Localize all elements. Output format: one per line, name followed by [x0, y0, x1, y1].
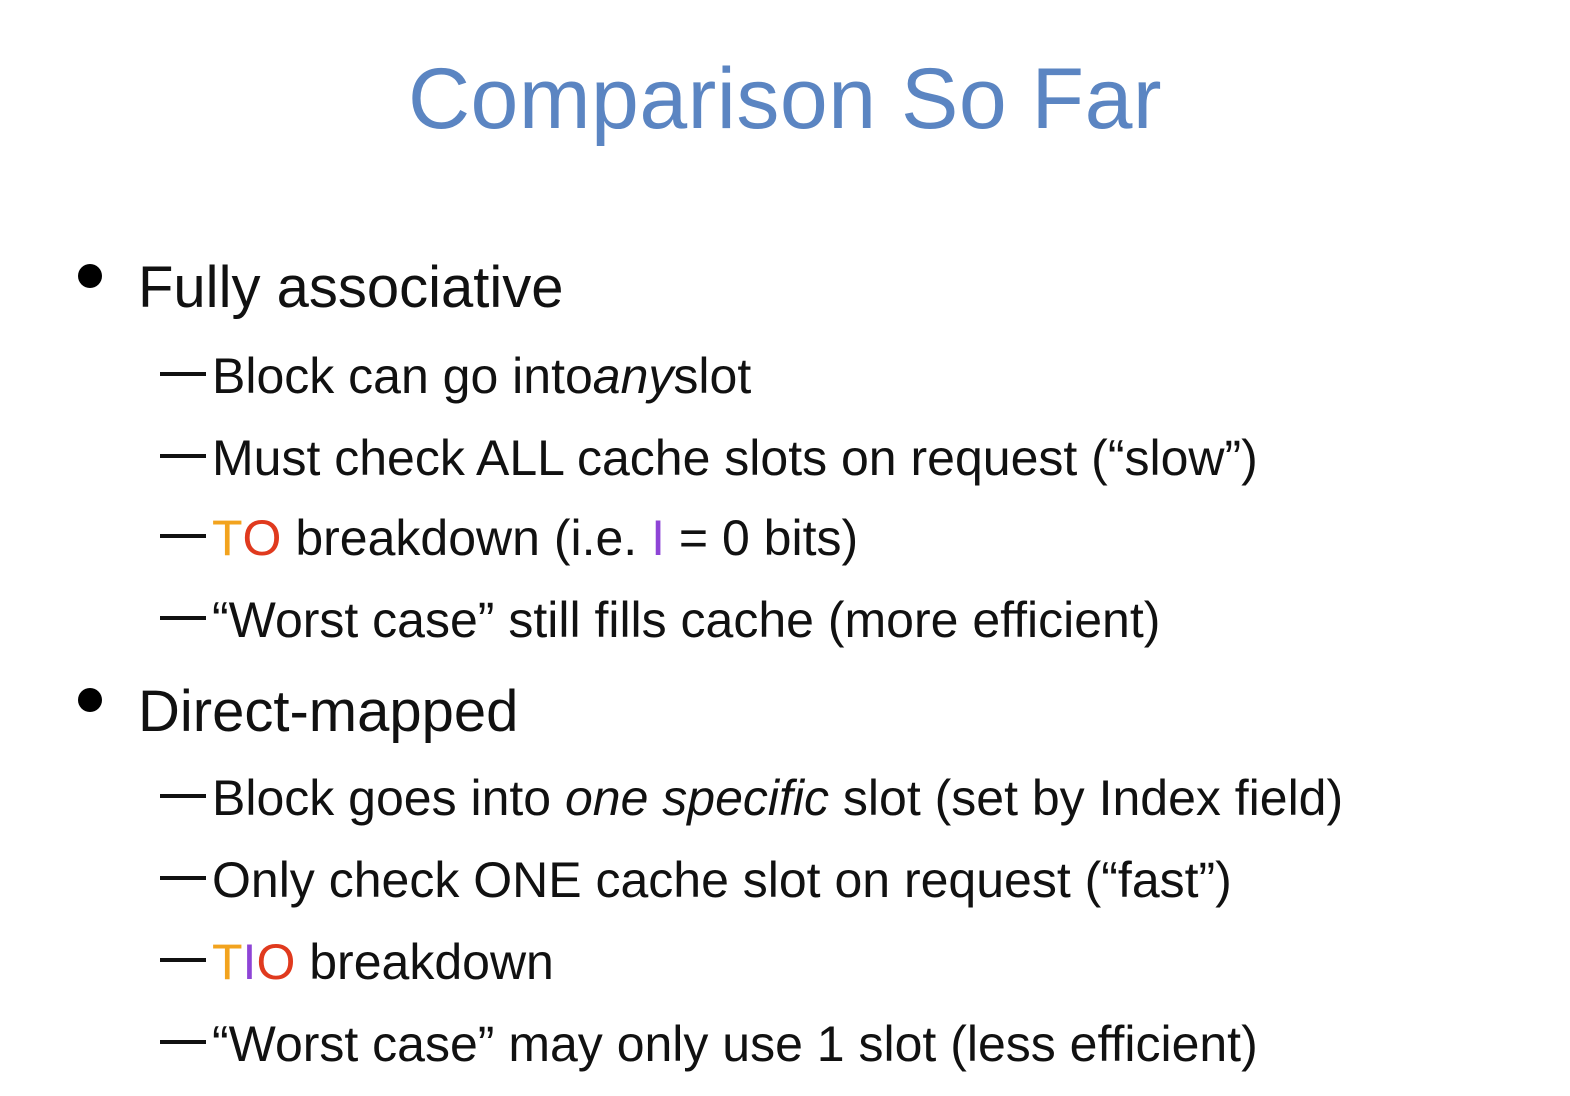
bullet-dot-icon [78, 688, 102, 712]
sub-item-text-after: slot [673, 348, 752, 404]
sub-item-text-before: Block can go into [212, 348, 593, 404]
sub-item-text: “Worst case” still fills cache (more eff… [212, 592, 1161, 648]
sub-item-text-after: slot (set by Index field) [829, 770, 1344, 826]
sub-item: Block can go into any slot [160, 346, 751, 406]
dash-icon [160, 1040, 206, 1044]
sub-item-emphasis: any [592, 348, 674, 404]
dash-icon [160, 454, 206, 458]
sub-item: “Worst case” still fills cache (more eff… [160, 590, 1160, 650]
dash-icon [160, 794, 206, 798]
bullet-heading: Fully associative [138, 255, 564, 320]
sub-item: Must check ALL cache slots on request (“… [160, 428, 1258, 488]
dash-icon [160, 534, 206, 538]
bullet-heading: Direct-mapped [138, 679, 519, 744]
sub-item-text: Must check ALL cache slots on request (“… [212, 430, 1258, 486]
sub-item: “Worst case” may only use 1 slot (less e… [160, 1014, 1258, 1074]
sub-item-text-after: breakdown [295, 934, 554, 990]
tag-o: O [256, 934, 296, 990]
sub-item-text: Only check ONE cache slot on request (“f… [212, 852, 1232, 908]
dash-icon [160, 616, 206, 620]
sub-item: TIO breakdown [160, 932, 554, 992]
dash-icon [160, 958, 206, 962]
sub-item-text-before: Block goes into [212, 770, 565, 826]
sub-item-text: “Worst case” may only use 1 slot (less e… [212, 1016, 1258, 1072]
tag-t: T [212, 934, 243, 990]
sub-item: Block goes into one specific slot (set b… [160, 768, 1343, 828]
tag-i: I [651, 510, 665, 566]
sub-item-text-after2: = 0 bits) [665, 510, 859, 566]
sub-item-emphasis: one specific [564, 770, 830, 826]
sub-item: TO breakdown (i.e. I = 0 bits) [160, 508, 858, 568]
slide-title: Comparison So Far [407, 51, 1163, 147]
dash-icon [160, 372, 206, 376]
tag-i: I [242, 934, 257, 990]
bullet-direct-mapped: Direct-mapped [78, 680, 518, 744]
bullet-fully-associative: Fully associative [78, 256, 563, 320]
tag-t: T [212, 510, 243, 566]
sub-item: Only check ONE cache slot on request (“f… [160, 850, 1232, 910]
sub-item-text-after: breakdown (i.e. [281, 510, 652, 566]
slide: Comparison So Far Fully associative Bloc… [0, 0, 1570, 1096]
tag-o: O [242, 510, 282, 566]
bullet-dot-icon [78, 264, 102, 288]
dash-icon [160, 876, 206, 880]
